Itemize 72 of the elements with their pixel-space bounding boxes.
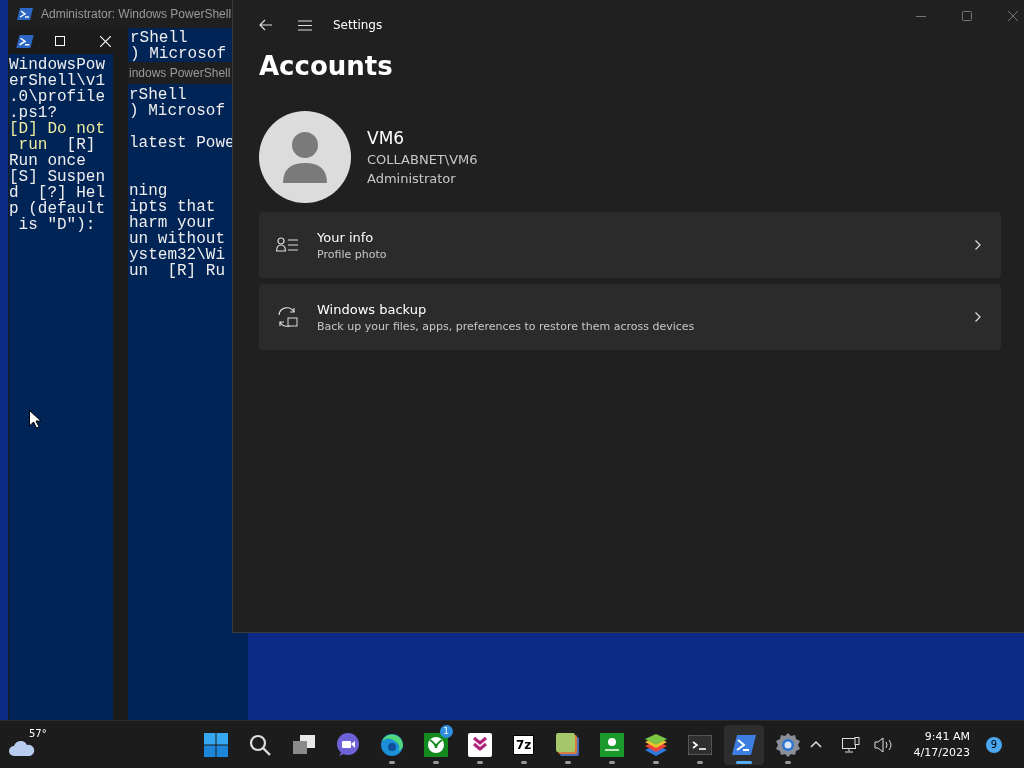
xbox-icon [423,732,448,757]
browser-icon [379,732,404,757]
temperature: 57° [29,727,47,739]
mouse-cursor-icon [29,410,41,429]
item-description: Profile photo [317,247,388,261]
task-view-icon [291,733,316,756]
console-line: ipts that [129,199,217,215]
console-line: Run once [9,153,87,169]
console-line: un [R] Ru [129,263,226,279]
console-line: rShell [130,30,188,46]
caret-up-icon[interactable] [809,741,822,748]
console-line: .0\profile [9,89,106,105]
console-line: un without [129,231,226,247]
console-line: rShell [129,87,187,103]
item-title: Your info [317,229,375,245]
console-line: p (default [9,201,106,217]
speaker-icon[interactable] [873,736,894,753]
avatar-icon[interactable] [259,111,351,203]
console-line: [S] Suspen [9,169,106,185]
console-line: WindowsPow [9,57,106,73]
network-icon[interactable] [841,736,860,753]
user-name: VM6 [367,128,406,148]
menu-icon[interactable] [298,19,312,31]
chevron-icon [975,240,981,250]
console-line: ning [129,183,169,199]
time: 9:41 AM [924,728,970,745]
sync-icon [276,307,298,327]
video-chat-icon [335,732,360,757]
notification-count[interactable]: 9 [986,736,1002,753]
console-line: harm your [129,215,216,231]
settings-icon [775,732,800,757]
console-line: ) Microsof [130,46,227,62]
notification-count: 1 [439,724,453,738]
notes-icon [555,732,580,757]
powershell-icon[interactable] [16,35,34,48]
item-title: Windows backup [317,301,428,317]
console-line: ystem32\Wi [129,247,226,263]
taskbar-app[interactable]: 7z [503,724,544,765]
taskbar-app[interactable] [723,724,764,765]
item-description: Back up your files, apps, preferences to restore them across devices [317,319,696,333]
date: 4/17/2023 [913,744,970,761]
search-icon [248,733,271,756]
account-name: COLLABNET\VM6 [367,152,478,167]
minimize-icon[interactable] [916,15,926,17]
windows-icon [203,732,228,757]
person-list-icon [276,237,298,253]
cloud-icon[interactable] [9,739,35,756]
console-line: ) Microsof [129,103,226,119]
chevron-icon [975,312,981,322]
console-line: [D] Do not [9,121,106,137]
powershell-icon [731,734,756,755]
window-title: Administrator: Windows PowerShell [41,7,232,21]
clock[interactable]: 9:41 AM 4/17/2023 [913,728,970,761]
console-line: is "D"): [17,217,96,233]
back-arrow-icon[interactable] [259,19,273,31]
settings-item[interactable]: Windows backup Back up your files, apps, preferences to restore them across devices [259,284,1001,350]
console-line: .ps1? [9,105,58,121]
console-line: erShell\v1 [9,73,106,89]
page-heading: Accounts [259,50,394,83]
account-role: Administrator [367,171,457,186]
console-line: latest Powe [129,135,236,151]
game-app-icon [599,732,624,757]
chevrons-down-icon [467,732,492,757]
window-title: Settings [333,18,383,32]
console-line: d [?] Hel [9,185,106,201]
layers-icon [643,732,668,757]
settings-item[interactable]: Your info Profile photo [259,212,1001,278]
console-line: run [R] [17,137,97,153]
powershell-icon [17,8,33,20]
terminal-icon [687,734,712,755]
window-title: indows PowerShell [129,66,231,80]
archive-app-icon: 7z [512,734,535,755]
